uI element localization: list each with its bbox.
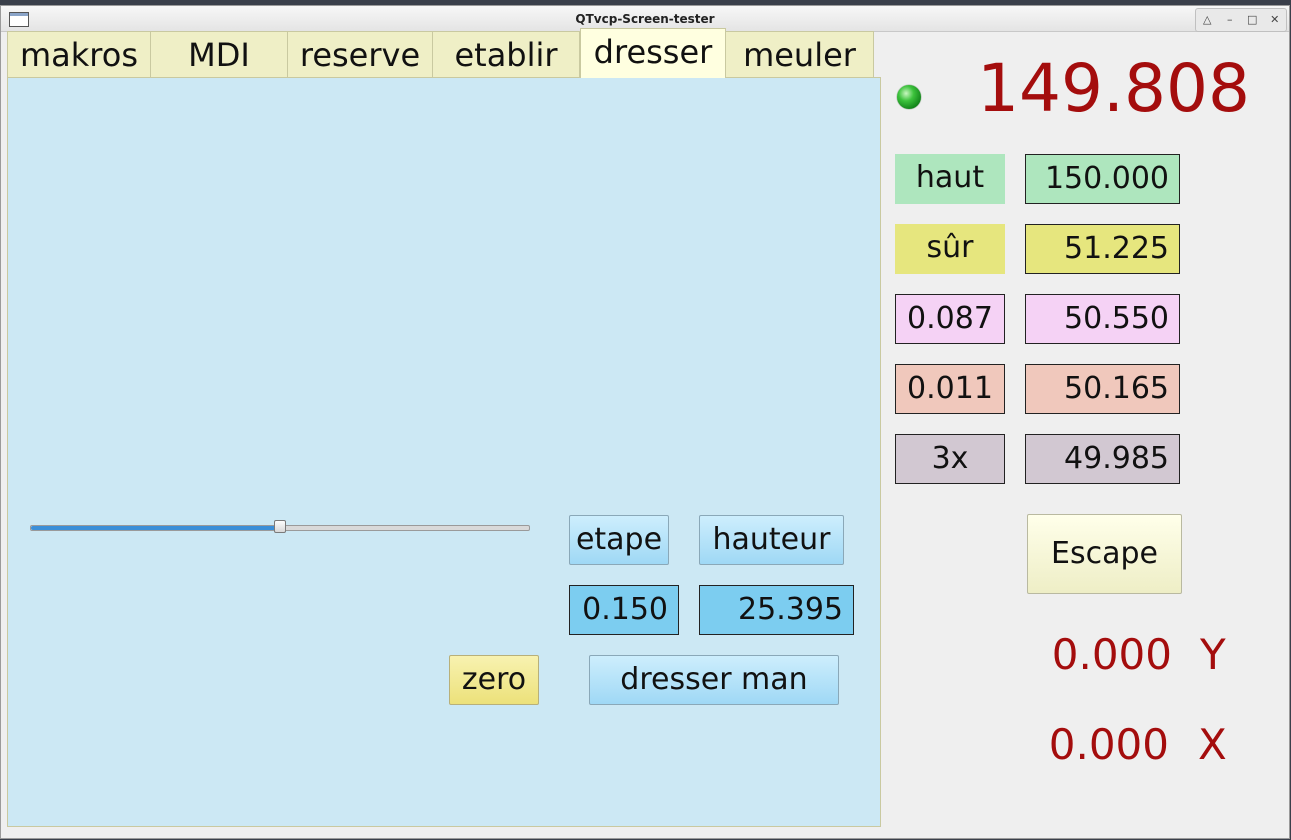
status-led: [897, 85, 921, 109]
minimize-icon[interactable]: –: [1221, 11, 1239, 29]
level-value: 49.985: [1025, 434, 1180, 484]
level-value: 50.165: [1025, 364, 1180, 414]
axis-x-label: X: [1198, 720, 1227, 769]
zero-button[interactable]: zero: [449, 655, 539, 705]
slider-handle[interactable]: [274, 520, 286, 533]
main-readout: 149.808: [977, 50, 1250, 127]
etape-button[interactable]: etape: [569, 515, 669, 565]
hauteur-field[interactable]: 25.395: [699, 585, 854, 635]
level-label: haut: [895, 154, 1005, 204]
window-title: QTvcp-Screen-tester: [575, 12, 715, 26]
level-value: 51.225: [1025, 224, 1180, 274]
dresser-slider[interactable]: [30, 520, 530, 533]
tab-meuler[interactable]: meuler: [725, 31, 874, 77]
axis-y-value: 0.000: [1051, 630, 1172, 679]
slider-fill: [31, 526, 280, 530]
tab-makros[interactable]: makros: [7, 31, 151, 77]
level-value: 150.000: [1025, 154, 1180, 204]
level-value: 50.550: [1025, 294, 1180, 344]
maximize-icon[interactable]: □: [1243, 11, 1261, 29]
level-label: 0.011: [895, 364, 1005, 414]
tab-dresser[interactable]: dresser: [580, 28, 726, 78]
axis-x-value: 0.000: [1048, 720, 1169, 769]
close-icon[interactable]: ✕: [1266, 11, 1284, 29]
level-label: sûr: [895, 224, 1005, 274]
tab-mdi[interactable]: MDI: [150, 31, 288, 77]
etape-field[interactable]: 0.150: [569, 585, 679, 635]
dresser-man-button[interactable]: dresser man: [589, 655, 839, 705]
window-controls: △ – □ ✕: [1195, 8, 1287, 32]
level-label: 3x: [895, 434, 1005, 484]
axis-y-label: Y: [1200, 630, 1226, 679]
shade-icon[interactable]: △: [1198, 11, 1216, 29]
dresser-panel: etape hauteur 0.150 25.395 zero dresser …: [7, 77, 881, 827]
hauteur-button[interactable]: hauteur: [699, 515, 844, 565]
tab-reserve[interactable]: reserve: [287, 31, 433, 77]
tab-etablir[interactable]: etablir: [432, 31, 580, 77]
level-label: 0.087: [895, 294, 1005, 344]
escape-button[interactable]: Escape: [1027, 514, 1182, 594]
